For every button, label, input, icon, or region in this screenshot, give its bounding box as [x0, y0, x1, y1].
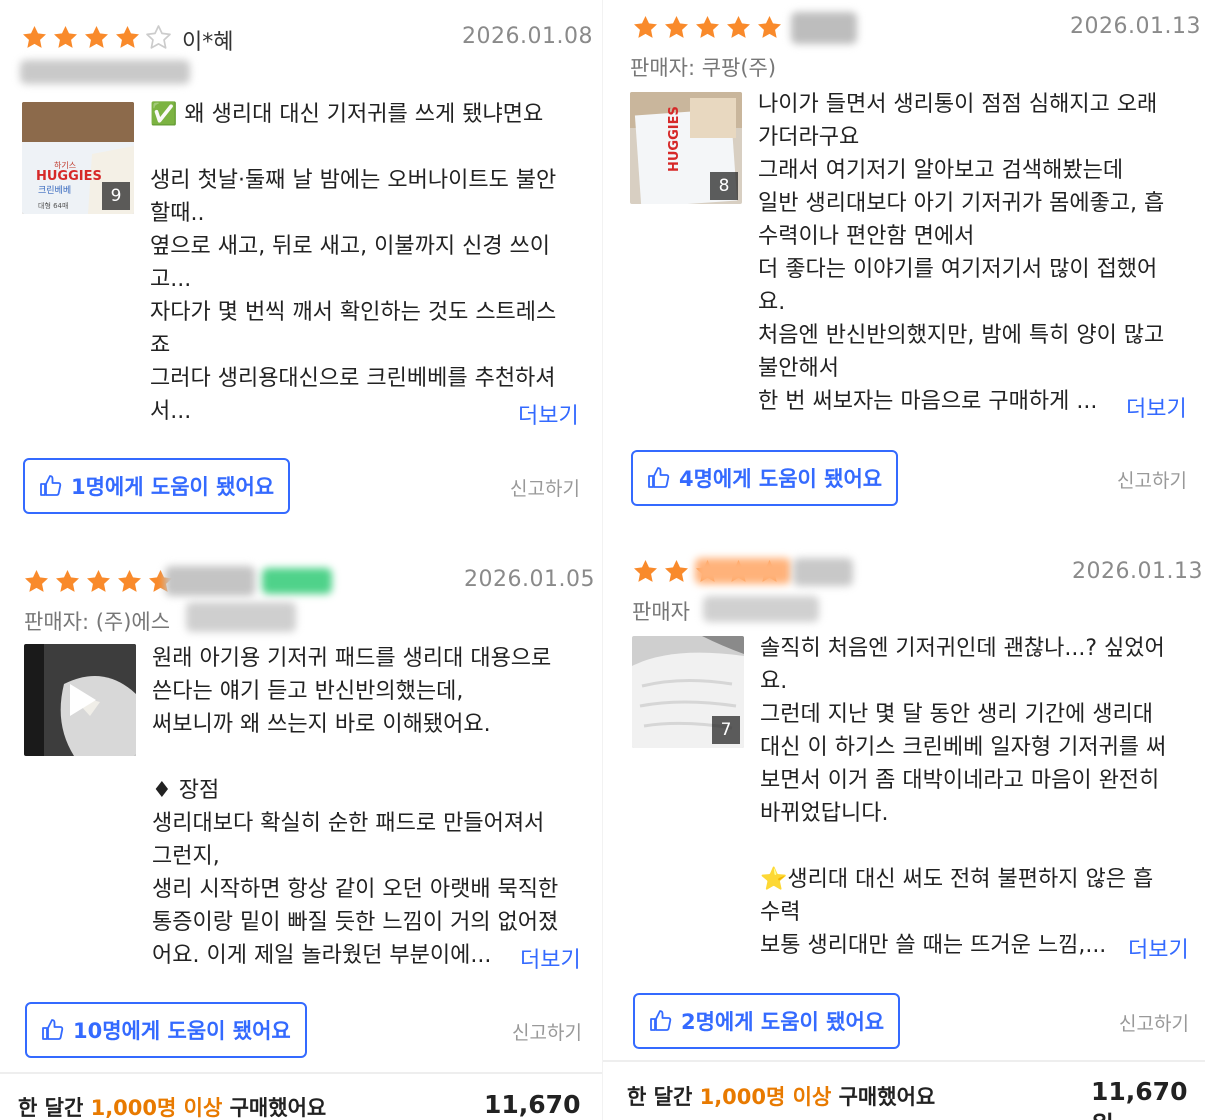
photo-count: 7: [712, 716, 740, 744]
more-link[interactable]: 더보기: [518, 398, 579, 430]
price: 11,670원: [1091, 1077, 1188, 1120]
report-link[interactable]: 신고하기: [1119, 1009, 1189, 1036]
more-link[interactable]: 더보기: [1126, 391, 1187, 423]
thumb-pack: 대형 64매: [38, 202, 68, 210]
purchase-count: 한 달간 1,000명 이상 구매했어요: [627, 1085, 936, 1109]
star-filled-icon: [51, 23, 80, 52]
masked-stars: [695, 558, 791, 584]
star-empty-icon: [144, 23, 173, 52]
photo-count: 8: [710, 172, 738, 200]
helpful-button[interactable]: 4명에게 도움이 됐어요: [631, 450, 899, 506]
footer-divider: [603, 1060, 1205, 1062]
masked-badge: [262, 568, 332, 594]
review-date: 2026.01.13: [1070, 14, 1201, 39]
star-filled-icon: [82, 23, 111, 52]
star-filled-icon: [693, 13, 722, 42]
more-link[interactable]: 더보기: [1128, 932, 1189, 964]
star-filled-icon: [53, 567, 82, 596]
video-thumbnail: [24, 644, 136, 756]
thumbs-up-icon: [40, 475, 62, 496]
star-filled-icon: [662, 13, 691, 42]
price: 11,670원: [484, 1090, 581, 1119]
photo-count: 9: [102, 182, 130, 210]
review-date: 2026.01.13: [1072, 559, 1203, 584]
report-link[interactable]: 신고하기: [512, 1018, 582, 1045]
reviewer-name: 이*혜: [182, 30, 234, 55]
star-filled-icon: [84, 567, 113, 596]
review-text: ✅ 왜 생리대 대신 기저귀를 쓰게 됐냐면요 생리 첫날·둘째 날 밤에는 오…: [150, 102, 557, 424]
star-filled-icon: [113, 23, 142, 52]
masked-reviewer: [793, 558, 853, 586]
helpful-button[interactable]: 10명에게 도움이 됐어요: [25, 1002, 307, 1058]
report-link[interactable]: 신고하기: [510, 474, 580, 501]
star-filled-icon: [724, 13, 753, 42]
helpful-label: 4명에게 도움이 됐어요: [679, 467, 883, 491]
star-filled-icon: [20, 23, 49, 52]
more-link[interactable]: 더보기: [520, 942, 581, 974]
review-photo[interactable]: 7: [632, 636, 744, 748]
review-card: 2026.01.13 판매자 7 솔직히 처음엔 기저귀인데 괜찮나...? 싶…: [603, 530, 1205, 1120]
helpful-button[interactable]: 1명에게 도움이 됐어요: [23, 458, 291, 514]
report-link[interactable]: 신고하기: [1117, 466, 1187, 493]
purchase-count-highlight: 1,000명 이상: [699, 1085, 832, 1109]
seller-name: 판매자: [632, 600, 690, 624]
review-card: 2026.01.13 판매자: 쿠팡(주) HUGGIES 8 나이가 들면서 …: [603, 0, 1205, 530]
masked-reviewer: [165, 566, 255, 596]
seller-name: 판매자: (주)에스: [24, 610, 171, 634]
masked-seller: [186, 602, 296, 632]
review-text: 원래 아기용 기저귀 패드를 생리대 대용으로 쓴다는 얘기 듣고 반신반의했는…: [152, 646, 559, 968]
rating-stars: [631, 13, 784, 42]
helpful-label: 2명에게 도움이 됐어요: [681, 1010, 885, 1034]
star-filled-icon: [631, 13, 660, 42]
review-date: 2026.01.05: [464, 567, 595, 592]
thumb-brand: HUGGIES: [36, 169, 102, 184]
thumbs-up-icon: [42, 1019, 64, 1040]
thumbs-up-icon: [650, 1010, 672, 1031]
purchase-count-highlight: 1,000명 이상: [90, 1096, 223, 1120]
helpful-label: 1명에게 도움이 됐어요: [71, 475, 275, 499]
masked-info: [20, 60, 190, 84]
star-filled-icon: [115, 567, 144, 596]
seller-name: 판매자: 쿠팡(주): [630, 56, 777, 80]
review-text: 나이가 들면서 생리통이 점점 심해지고 오래 가더라구요 그래서 여기저기 알…: [758, 92, 1165, 414]
star-filled-icon: [662, 557, 691, 586]
review-card: 이*혜 2026.01.08 하기스 HUGGIES 크린베베 대형 64매 9…: [0, 0, 602, 540]
thumb-product: 크린베베: [38, 185, 71, 196]
review-text: 솔직히 처음엔 기저귀인데 괜찮나...? 싶었어 요. 그런데 지난 몇 달 …: [760, 636, 1167, 958]
thumb-brand: HUGGIES: [667, 106, 682, 172]
review-photo[interactable]: 하기스 HUGGIES 크린베베 대형 64매 9: [22, 102, 134, 214]
review-card: 2026.01.05 판매자: (주)에스 원래 아기용 기저귀 패드를 생리대…: [0, 540, 602, 1120]
footer-divider: [0, 1072, 602, 1074]
star-filled-icon: [631, 557, 660, 586]
review-photo[interactable]: HUGGIES 8: [630, 92, 742, 204]
rating-stars: [22, 567, 175, 596]
review-date: 2026.01.08: [462, 24, 593, 49]
review-video[interactable]: [24, 644, 136, 756]
rating-stars: [20, 23, 173, 52]
masked-reviewer: [791, 12, 857, 44]
star-filled-icon: [22, 567, 51, 596]
purchase-count: 한 달간 1,000명 이상 구매했어요: [18, 1096, 327, 1120]
thumbs-up-icon: [648, 467, 670, 488]
helpful-label: 10명에게 도움이 됐어요: [73, 1019, 291, 1043]
star-filled-icon: [755, 13, 784, 42]
helpful-button[interactable]: 2명에게 도움이 됐어요: [633, 993, 901, 1049]
masked-seller: [703, 596, 819, 622]
